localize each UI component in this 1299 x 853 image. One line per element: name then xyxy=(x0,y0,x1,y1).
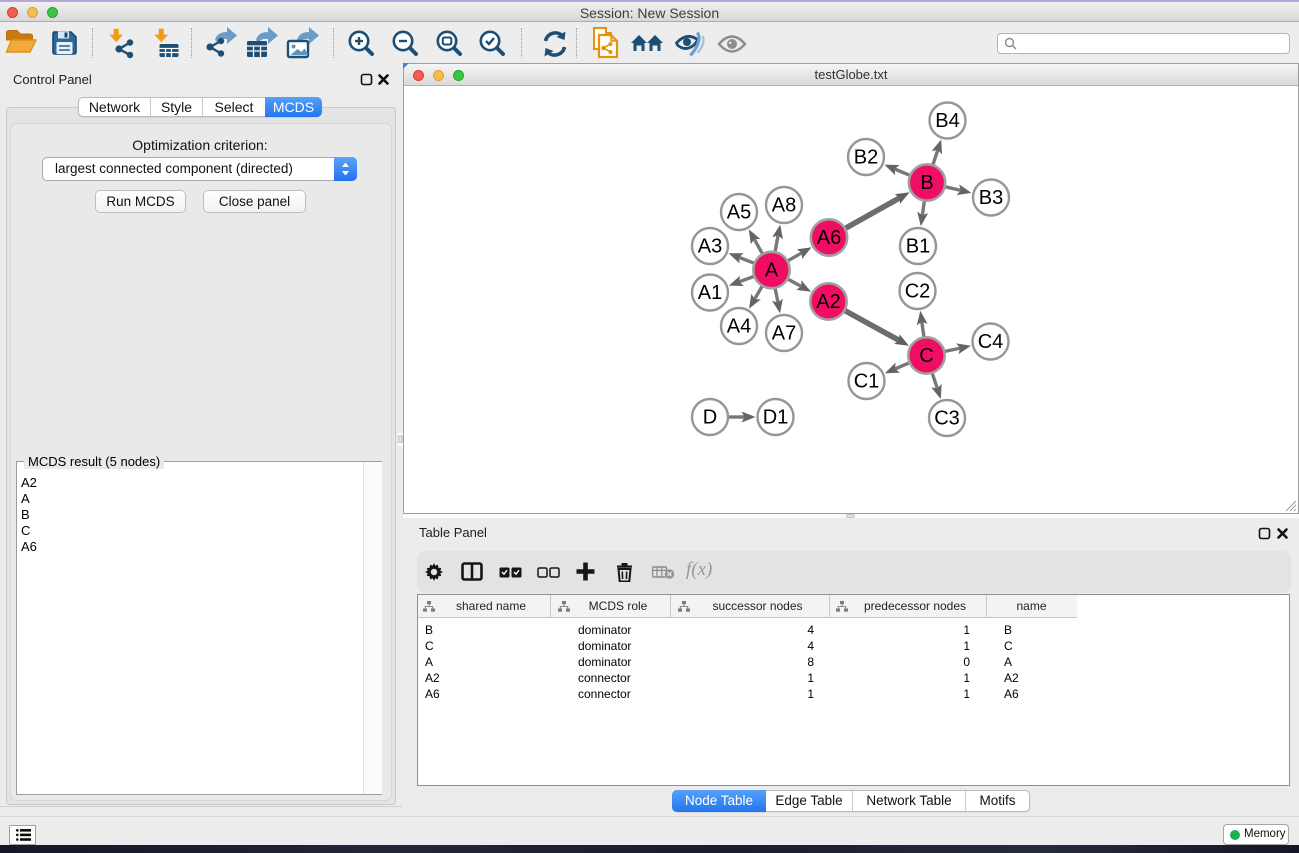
svg-text:A6: A6 xyxy=(817,227,841,249)
svg-text:C3: C3 xyxy=(934,408,960,430)
svg-text:B4: B4 xyxy=(935,110,959,132)
svg-text:A3: A3 xyxy=(698,236,722,258)
svg-text:D1: D1 xyxy=(763,407,789,429)
svg-text:A1: A1 xyxy=(698,282,722,304)
svg-text:A8: A8 xyxy=(772,195,796,217)
svg-text:C: C xyxy=(919,345,933,367)
svg-text:C2: C2 xyxy=(905,281,931,303)
svg-text:B: B xyxy=(920,172,933,194)
svg-text:A4: A4 xyxy=(727,316,751,338)
svg-text:C4: C4 xyxy=(978,331,1004,353)
svg-text:C1: C1 xyxy=(854,371,880,393)
svg-text:B3: B3 xyxy=(979,187,1003,209)
svg-text:B2: B2 xyxy=(854,147,878,169)
svg-text:A5: A5 xyxy=(727,202,751,224)
svg-text:A: A xyxy=(765,260,779,282)
svg-text:B1: B1 xyxy=(906,236,930,258)
svg-text:A2: A2 xyxy=(816,291,840,313)
svg-text:D: D xyxy=(703,407,717,429)
svg-text:A7: A7 xyxy=(772,323,796,345)
